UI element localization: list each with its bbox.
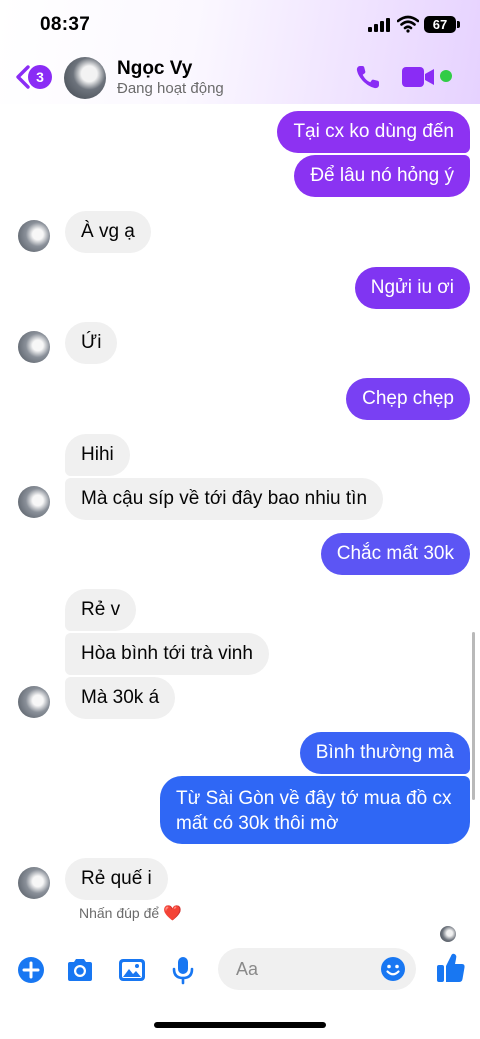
sender-avatar[interactable] bbox=[18, 867, 50, 899]
message-line: Từ Sài Gòn về đây tớ mua đồ cx bbox=[176, 788, 452, 809]
image-icon[interactable] bbox=[117, 955, 147, 985]
phone-icon[interactable] bbox=[354, 63, 382, 91]
incoming-message[interactable]: Rẻ quế i bbox=[65, 858, 168, 900]
status-bar: 08:37 67 bbox=[0, 0, 480, 48]
outgoing-message[interactable]: Bình thường mà bbox=[299, 732, 470, 774]
microphone-icon[interactable] bbox=[168, 955, 198, 985]
sender-avatar[interactable] bbox=[18, 220, 50, 252]
cellular-signal-icon bbox=[368, 18, 392, 32]
incoming-message[interactable]: Hihi bbox=[65, 434, 130, 476]
sender-avatar[interactable] bbox=[18, 331, 50, 363]
home-indicator[interactable] bbox=[154, 1022, 326, 1028]
unread-badge: 3 bbox=[28, 65, 52, 89]
message-input-placeholder: Aa bbox=[236, 959, 259, 979]
outgoing-message[interactable]: Chẹp chẹp bbox=[346, 378, 470, 420]
contact-avatar[interactable] bbox=[64, 57, 106, 99]
contact-status: Đang hoạt động bbox=[117, 80, 224, 97]
status-time: 08:37 bbox=[40, 14, 91, 35]
incoming-message[interactable]: Ứi bbox=[65, 322, 118, 364]
heart-icon: ❤️ bbox=[163, 905, 182, 922]
contact-name[interactable]: Ngọc Vy bbox=[117, 58, 192, 80]
battery-indicator: 67 bbox=[424, 16, 456, 33]
message-input[interactable]: Aa bbox=[218, 948, 416, 990]
wifi-icon bbox=[397, 15, 419, 33]
scrollbar[interactable] bbox=[472, 632, 475, 800]
message-line: mất có 30k thôi mờ bbox=[176, 813, 339, 834]
incoming-message[interactable]: À vg ạ bbox=[65, 211, 151, 253]
incoming-message[interactable]: Hòa bình tới trà vinh bbox=[65, 633, 269, 675]
plus-icon[interactable] bbox=[16, 955, 46, 985]
camera-icon[interactable] bbox=[65, 955, 95, 985]
outgoing-message[interactable]: Chắc mất 30k bbox=[320, 533, 470, 575]
outgoing-message[interactable]: Ngửi iu ơi bbox=[354, 267, 470, 309]
battery-tip bbox=[457, 21, 460, 28]
video-camera-icon[interactable] bbox=[402, 66, 436, 88]
thumbs-up-icon[interactable] bbox=[436, 952, 466, 984]
outgoing-message[interactable]: Tại cx ko dùng đến bbox=[277, 111, 470, 153]
sender-avatar[interactable] bbox=[18, 686, 50, 718]
online-status-dot bbox=[440, 70, 452, 82]
incoming-message[interactable]: Rẻ v bbox=[65, 589, 137, 631]
back-button[interactable]: 3 bbox=[14, 62, 54, 92]
sender-avatar[interactable] bbox=[18, 486, 50, 518]
outgoing-message[interactable]: Để lâu nó hỏng ý bbox=[294, 155, 470, 197]
incoming-message[interactable]: Mà cậu síp về tới đây bao nhiu tìn bbox=[65, 478, 384, 520]
reaction-hint[interactable]: Nhấn đúp để ❤️ bbox=[79, 904, 182, 922]
outgoing-message-multiline[interactable]: Từ Sài Gòn về đây tớ mua đồ cx mất có 30… bbox=[160, 776, 470, 844]
smiley-icon[interactable] bbox=[380, 956, 406, 982]
read-receipt-avatar bbox=[440, 926, 456, 942]
reaction-hint-text: Nhấn đúp để bbox=[79, 905, 160, 921]
incoming-message[interactable]: Mà 30k á bbox=[65, 677, 176, 719]
